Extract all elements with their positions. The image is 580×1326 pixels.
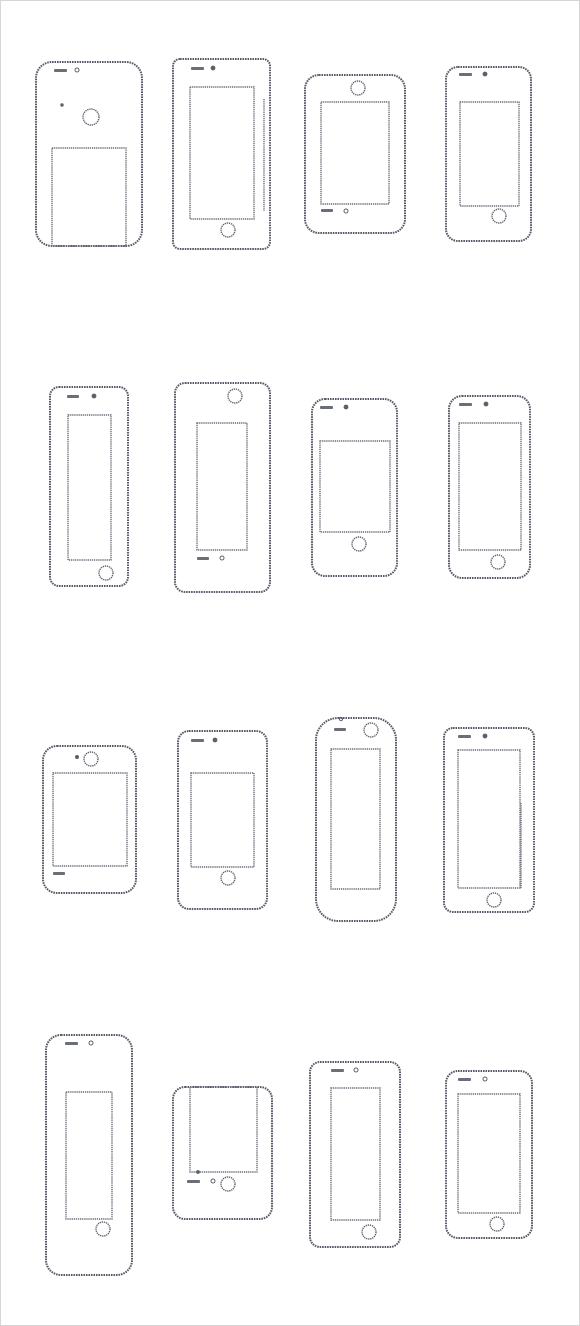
- phone-screen: [189, 1086, 258, 1173]
- phone-sketch-13: [45, 1034, 133, 1276]
- camera-icon: [483, 401, 489, 407]
- phone-sketch-4: [445, 66, 532, 242]
- phone-screen: [458, 422, 522, 551]
- phone-sketch-9: [42, 745, 137, 894]
- speaker-label: [331, 1069, 344, 1072]
- phone-outline-icon: [445, 66, 532, 242]
- home-button-icon: [489, 1216, 505, 1232]
- camera-icon: [343, 404, 349, 410]
- phone-screen: [190, 772, 255, 868]
- speaker-label: [459, 403, 472, 406]
- home-button-icon: [83, 751, 99, 767]
- camera-icon: [210, 65, 216, 71]
- phone-screen: [459, 101, 520, 207]
- home-button-icon: [351, 536, 367, 552]
- phone-sketch-sheet: [0, 0, 580, 1326]
- phone-screen: [457, 1093, 521, 1214]
- speaker-label: [67, 395, 79, 398]
- phone-sketch-8: [448, 395, 531, 579]
- phone-sketch-15: [309, 1061, 401, 1248]
- phone-screen: [320, 101, 390, 205]
- home-button-icon: [363, 722, 379, 738]
- phone-sketch-5: [49, 386, 129, 587]
- speaker-label: [320, 406, 333, 409]
- home-button-icon: [350, 80, 366, 96]
- camera-icon: [91, 393, 97, 399]
- phone-screen: [65, 1091, 113, 1220]
- speaker-label: [53, 872, 65, 875]
- home-button-icon: [95, 1221, 111, 1237]
- phone-outline-icon: [49, 386, 129, 587]
- phone-outline-icon: [174, 382, 271, 593]
- phone-sketch-1: [35, 61, 143, 247]
- phone-outline-icon: [315, 717, 397, 922]
- phone-outline-icon: [304, 74, 406, 234]
- phone-screen: [51, 147, 127, 247]
- home-button-icon: [227, 388, 243, 404]
- speaker-label: [187, 1180, 200, 1183]
- speaker-label: [458, 1078, 471, 1081]
- sensor-icon: [353, 1067, 359, 1073]
- speaker-label: [191, 67, 204, 70]
- camera-icon: [482, 733, 488, 739]
- home-button-icon: [220, 870, 236, 886]
- phone-outline-icon: [42, 745, 137, 894]
- camera-icon: [60, 103, 64, 107]
- phone-screen: [330, 748, 381, 890]
- phone-outline-icon: [45, 1034, 133, 1276]
- speaker-label: [459, 73, 472, 76]
- phone-outline-icon: [309, 1061, 401, 1248]
- speaker-label: [54, 69, 67, 72]
- sensor-icon: [482, 1076, 488, 1082]
- home-button-icon: [491, 208, 507, 224]
- phone-screen: [330, 1087, 381, 1221]
- home-button-icon: [490, 554, 506, 570]
- home-button-icon: [361, 1224, 377, 1240]
- phone-sketch-14: [172, 1086, 273, 1220]
- phone-sketch-16: [445, 1070, 533, 1239]
- sensor-icon: [210, 1178, 216, 1184]
- phone-sketch-12: [443, 727, 535, 913]
- speaker-label: [334, 728, 346, 731]
- phone-screen: [457, 749, 521, 889]
- speaker-label: [65, 1042, 78, 1045]
- sensor-icon: [88, 1040, 94, 1046]
- phone-sketch-canvas: [35, 58, 535, 1276]
- phone-sketch-6: [174, 382, 271, 593]
- phone-screen: [52, 772, 128, 867]
- camera-icon: [75, 755, 80, 760]
- home-button-icon: [220, 222, 236, 238]
- phone-screen: [319, 440, 391, 533]
- phone-sketch-3: [304, 74, 406, 234]
- home-button-icon: [82, 108, 100, 126]
- sensor-icon: [219, 555, 225, 561]
- home-button-icon: [486, 892, 502, 908]
- speaker-label: [191, 739, 204, 742]
- phone-sketch-10: [177, 730, 268, 910]
- phone-sketch-11: [315, 716, 397, 922]
- camera-icon: [212, 737, 218, 743]
- camera-icon: [196, 1170, 200, 1174]
- sensor-icon: [343, 208, 349, 214]
- phone-screen: [196, 422, 248, 551]
- home-button-icon: [220, 1176, 236, 1192]
- camera-icon: [482, 71, 488, 77]
- home-button-icon: [98, 565, 114, 581]
- speaker-label: [321, 209, 333, 212]
- phone-sketch-2: [172, 58, 271, 250]
- phone-screen: [189, 86, 255, 220]
- phone-screen: [67, 414, 112, 561]
- speaker-label: [197, 557, 209, 560]
- phone-sketch-7: [311, 398, 398, 577]
- sensor-icon: [74, 67, 80, 73]
- speaker-label: [458, 735, 471, 738]
